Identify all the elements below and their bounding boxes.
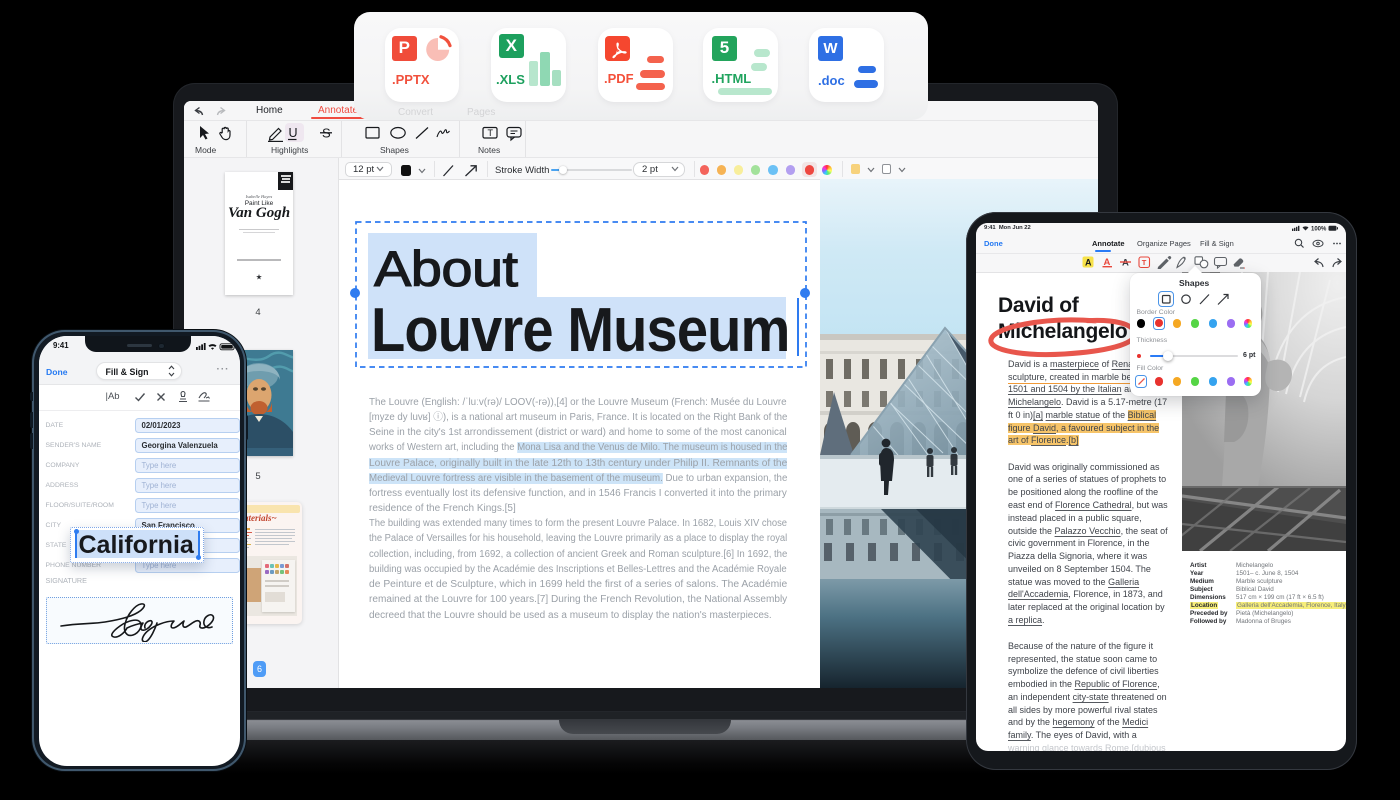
svg-text:100%: 100% — [1311, 226, 1327, 231]
svg-text:A: A — [1085, 258, 1092, 268]
svg-text:T: T — [488, 128, 494, 138]
svg-text:U: U — [289, 126, 298, 140]
svg-text:T: T — [1142, 258, 1147, 267]
svg-text:A: A — [1122, 258, 1129, 269]
